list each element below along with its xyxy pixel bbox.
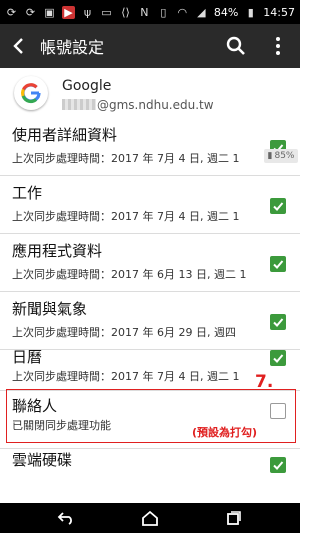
navigation-bar xyxy=(0,503,300,533)
nav-home-button[interactable] xyxy=(140,508,160,528)
status-bar: ⟳ ⟳ ▣ ▶ ψ ▭ ⟨⟩ N ▯ ◠ ◢ 84% ▮ 14:57 xyxy=(0,0,300,24)
checkmark-icon xyxy=(273,354,284,363)
app-bar: 帳號設定 xyxy=(0,24,300,68)
sync-item-row[interactable]: 雲端硬碟 xyxy=(0,443,300,503)
nav-recent-apps-button[interactable] xyxy=(224,508,244,528)
sync-checkbox[interactable] xyxy=(270,350,286,366)
sync-item-status: 上次同步處理時間：2017 年 7月 4 日, 週二 1 xyxy=(12,210,240,223)
sync-checkbox[interactable] xyxy=(270,457,286,473)
sync-item-row[interactable]: 使用者詳細資料上次同步處理時間：2017 年 7月 4 日, 週二 1 xyxy=(0,118,300,176)
signal-icon: ◢ xyxy=(197,5,206,19)
recent-apps-icon xyxy=(227,511,241,525)
nav-back-button[interactable] xyxy=(56,508,76,528)
sync-item-status: 上次同步處理時間：2017 年 6月 29 日, 週四 xyxy=(12,326,236,339)
sync-item-name: 新聞與氣象 xyxy=(12,300,88,318)
more-options-button[interactable] xyxy=(270,34,286,58)
checkmark-icon xyxy=(273,202,284,211)
sync-item-name: 使用者詳細資料 xyxy=(12,126,118,144)
annotation-note: (預設為打勾) xyxy=(192,426,258,439)
checkmark-icon xyxy=(273,318,284,327)
battery-saver-badge: ▮ 85% xyxy=(264,149,298,163)
checkmark-icon xyxy=(273,260,284,269)
back-arrow-icon xyxy=(57,512,72,525)
back-button[interactable] xyxy=(0,24,36,68)
vibrate-icon: ▯ xyxy=(160,5,167,19)
page-title: 帳號設定 xyxy=(40,38,105,57)
search-icon xyxy=(226,36,245,55)
checkmark-icon xyxy=(273,461,284,470)
app-icon: ▶ xyxy=(62,5,75,19)
sync-item-row[interactable]: 應用程式資料上次同步處理時間：2017 年 6月 13 日, 週二 1 xyxy=(0,234,300,292)
home-icon xyxy=(142,510,158,526)
sync-checkbox[interactable] xyxy=(270,256,286,272)
sync-icon: ⟳ xyxy=(6,5,17,19)
sync-item-name: 工作 xyxy=(12,184,43,202)
sync-item-status: 上次同步處理時間：2017 年 7月 4 日, 週二 1 xyxy=(12,370,240,383)
nfc-icon: N xyxy=(140,5,149,19)
sync-item-name: 日曆 xyxy=(12,348,43,366)
sync-item-name: 應用程式資料 xyxy=(12,242,103,260)
sync-item-status: 上次同步處理時間：2017 年 7月 4 日, 週二 1 xyxy=(12,152,240,165)
account-email: @gms.ndhu.edu.tw xyxy=(62,98,214,112)
sync-item-row[interactable]: 工作上次同步處理時間：2017 年 7月 4 日, 週二 1 xyxy=(0,176,300,234)
code-icon: ⟨⟩ xyxy=(121,5,130,19)
battery-percent: 84% xyxy=(213,5,239,19)
status-right-icons: N ▯ ◠ ◢ 84% ▮ 14:57 xyxy=(138,6,295,19)
redacted-username xyxy=(62,99,96,110)
battery-icon: ▮ xyxy=(267,151,273,161)
search-button[interactable] xyxy=(224,34,248,58)
wifi-icon: ◠ xyxy=(177,5,188,19)
battery-icon: ▮ xyxy=(247,5,254,19)
more-vert-icon xyxy=(276,37,280,55)
clock: 14:57 xyxy=(263,5,295,19)
chevron-left-icon xyxy=(13,38,23,54)
annotation-step-number: 7. xyxy=(255,372,274,392)
google-g-icon xyxy=(21,83,41,103)
sync-checkbox[interactable] xyxy=(270,314,286,330)
sync-item-name: 雲端硬碟 xyxy=(12,451,73,469)
sync-icon: ⟳ xyxy=(25,5,36,19)
ip-icon: ▭ xyxy=(101,5,112,19)
usb-icon: ψ xyxy=(83,5,92,19)
sync-checkbox[interactable] xyxy=(270,198,286,214)
photo-icon: ▣ xyxy=(44,5,55,19)
sync-item-status: 上次同步處理時間：2017 年 6月 13 日, 週二 1 xyxy=(12,268,247,281)
google-logo xyxy=(14,76,48,110)
account-name: Google xyxy=(62,78,112,94)
status-left-icons: ⟳ ⟳ ▣ ▶ ψ ▭ ⟨⟩ xyxy=(5,5,132,19)
